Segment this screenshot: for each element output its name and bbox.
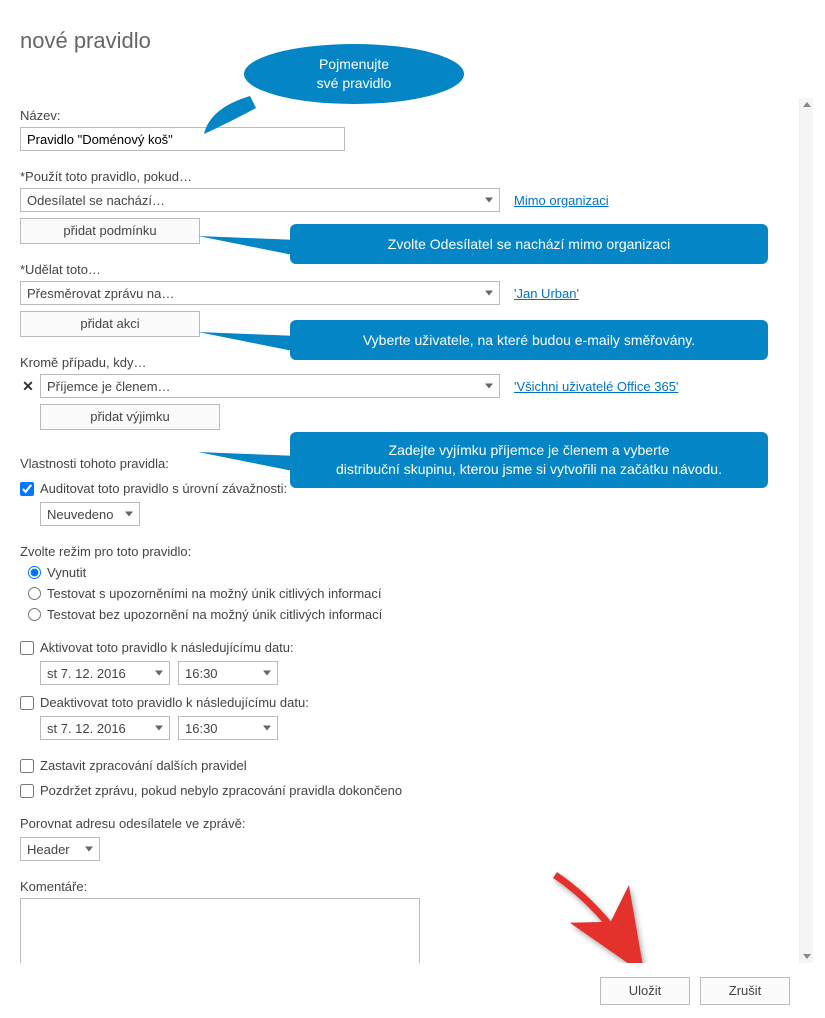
deactivate-time-select[interactable]: 16:30: [178, 716, 278, 740]
name-label: Název:: [20, 108, 785, 123]
chevron-down-icon: [263, 726, 271, 731]
comments-label: Komentáře:: [20, 879, 785, 894]
mode-enforce-label: Vynutit: [47, 565, 86, 580]
match-label: Porovnat adresu odesílatele ve zprávě:: [20, 816, 785, 831]
action-label: *Udělat toto…: [20, 262, 785, 277]
action-value: Přesměrovat zprávu na…: [27, 286, 174, 301]
condition-select[interactable]: Odesílatel se nachází…: [20, 188, 500, 212]
callout-name-text-1: Pojmenujte: [319, 55, 389, 74]
deactivate-label: Deaktivovat toto pravidlo k následujícím…: [40, 695, 309, 710]
add-action-button[interactable]: přidat akci: [20, 311, 200, 337]
exception-link[interactable]: 'Všichni uživatelé Office 365': [514, 379, 678, 394]
audit-severity-value: Neuvedeno: [47, 507, 114, 522]
action-link[interactable]: 'Jan Urban': [514, 286, 579, 301]
condition-value: Odesílatel se nachází…: [27, 193, 165, 208]
callout-name-text-2: své pravidlo: [317, 74, 392, 93]
chevron-down-icon: [125, 512, 133, 517]
defer-checkbox[interactable]: [20, 784, 34, 798]
activate-label: Aktivovat toto pravidlo k následujícímu …: [40, 640, 294, 655]
scrollbar[interactable]: [799, 98, 813, 963]
scroll-up-icon: [803, 102, 811, 107]
activate-date-value: st 7. 12. 2016: [47, 666, 126, 681]
activate-checkbox[interactable]: [20, 641, 34, 655]
activate-time-value: 16:30: [185, 666, 218, 681]
audit-checkbox[interactable]: [20, 482, 34, 496]
mode-test-tips-label: Testovat s upozorněními na možný únik ci…: [47, 586, 382, 601]
chevron-down-icon: [485, 198, 493, 203]
defer-label: Pozdržet zprávu, pokud nebylo zpracování…: [40, 783, 402, 798]
add-exception-button[interactable]: přidat výjimku: [40, 404, 220, 430]
mode-enforce-radio[interactable]: [28, 566, 41, 579]
scroll-down-icon: [803, 954, 811, 959]
callout-exception-text-2: distribuční skupinu, kterou jsme si vytv…: [336, 460, 722, 479]
comments-textarea[interactable]: [20, 898, 420, 963]
callout-condition-text: Zvolte Odesílatel se nachází mimo organi…: [388, 235, 670, 254]
condition-label: *Použít toto pravidlo, pokud…: [20, 169, 785, 184]
callout-action-text: Vyberte uživatele, na které budou e-mail…: [363, 331, 695, 350]
deactivate-time-value: 16:30: [185, 721, 218, 736]
cancel-button[interactable]: Zrušit: [700, 977, 790, 1005]
chevron-down-icon: [155, 671, 163, 676]
callout-name-rule: Pojmenujte své pravidlo: [244, 44, 464, 104]
deactivate-date-select[interactable]: st 7. 12. 2016: [40, 716, 170, 740]
chevron-down-icon: [263, 671, 271, 676]
mode-test-notips-label: Testovat bez upozornění na možný únik ci…: [47, 607, 382, 622]
audit-severity-select[interactable]: Neuvedeno: [40, 502, 140, 526]
callout-action: Vyberte uživatele, na které budou e-mail…: [290, 320, 768, 360]
deactivate-date-value: st 7. 12. 2016: [47, 721, 126, 736]
dialog-footer: Uložit Zrušit: [0, 963, 825, 1018]
chevron-down-icon: [85, 847, 93, 852]
match-value: Header: [27, 842, 70, 857]
callout-exception-text-1: Zadejte vyjímku příjemce je členem a vyb…: [389, 441, 670, 460]
action-select[interactable]: Přesměrovat zprávu na…: [20, 281, 500, 305]
activate-time-select[interactable]: 16:30: [178, 661, 278, 685]
stop-processing-label: Zastavit zpracování dalších pravidel: [40, 758, 247, 773]
mode-test-notips-radio[interactable]: [28, 608, 41, 621]
mode-test-tips-radio[interactable]: [28, 587, 41, 600]
deactivate-checkbox[interactable]: [20, 696, 34, 710]
chevron-down-icon: [155, 726, 163, 731]
callout-exception: Zadejte vyjímku příjemce je členem a vyb…: [290, 432, 768, 488]
audit-label: Auditovat toto pravidlo s úrovní závažno…: [40, 481, 287, 496]
add-condition-button[interactable]: přidat podmínku: [20, 218, 200, 244]
condition-link[interactable]: Mimo organizaci: [514, 193, 609, 208]
exception-select[interactable]: Příjemce je členem…: [40, 374, 500, 398]
save-button[interactable]: Uložit: [600, 977, 690, 1005]
chevron-down-icon: [485, 384, 493, 389]
chevron-down-icon: [485, 291, 493, 296]
mode-heading: Zvolte režim pro toto pravidlo:: [20, 544, 785, 559]
stop-processing-checkbox[interactable]: [20, 759, 34, 773]
exception-value: Příjemce je členem…: [47, 379, 171, 394]
match-select[interactable]: Header: [20, 837, 100, 861]
callout-condition: Zvolte Odesílatel se nachází mimo organi…: [290, 224, 768, 264]
activate-date-select[interactable]: st 7. 12. 2016: [40, 661, 170, 685]
name-input[interactable]: [20, 127, 345, 151]
remove-exception-icon[interactable]: ✕: [20, 378, 36, 395]
